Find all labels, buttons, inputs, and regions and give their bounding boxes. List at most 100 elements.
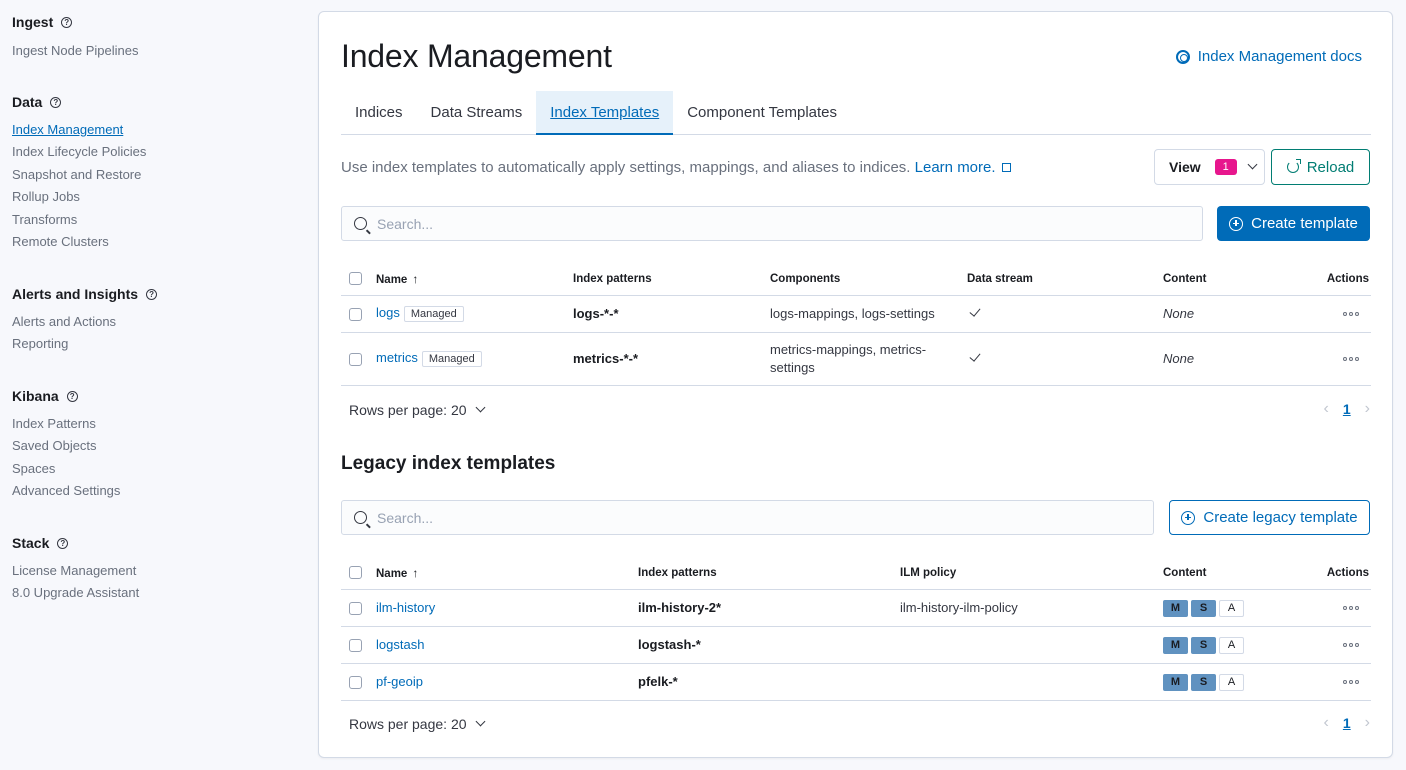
help-icon[interactable]: ? bbox=[50, 96, 62, 108]
create-legacy-template-button[interactable]: Create legacy template bbox=[1169, 500, 1370, 535]
nav-item-rollup-jobs[interactable]: Rollup Jobs bbox=[12, 186, 146, 208]
reload-label: Reload bbox=[1306, 158, 1355, 176]
template-name-link[interactable]: ilm-history bbox=[376, 600, 435, 615]
row-checkbox[interactable] bbox=[349, 639, 362, 653]
nav-group-title: Alerts and Insights bbox=[12, 286, 139, 302]
nav-item-spaces[interactable]: Spaces bbox=[12, 458, 120, 480]
column-header-ilm-policy: ILM policy bbox=[900, 557, 1163, 590]
nav-item-upgrade-assistant[interactable]: 8.0 Upgrade Assistant bbox=[12, 582, 139, 604]
side-nav: Ingest? Ingest Node Pipelines Data? Inde… bbox=[0, 0, 318, 770]
column-header-data-stream: Data stream bbox=[967, 263, 1163, 296]
rows-per-page-button[interactable]: Rows per page: 20 bbox=[349, 716, 485, 732]
help-icon[interactable]: ? bbox=[66, 390, 78, 402]
page-number[interactable]: 1 bbox=[1343, 715, 1351, 731]
nav-item-saved-objects[interactable]: Saved Objects bbox=[12, 435, 120, 457]
next-page-icon[interactable]: › bbox=[1365, 714, 1370, 732]
rows-per-page-label: Rows per page: 20 bbox=[349, 716, 467, 732]
nav-item-ingest-node-pipelines[interactable]: Ingest Node Pipelines bbox=[12, 40, 138, 62]
nav-item-snapshot-and-restore[interactable]: Snapshot and Restore bbox=[12, 164, 146, 186]
check-icon bbox=[969, 305, 981, 317]
content-value: None bbox=[1163, 332, 1283, 386]
previous-page-icon[interactable]: ‹ bbox=[1324, 714, 1329, 732]
table-row: pf-geoip pfelk-* MSA bbox=[341, 663, 1371, 701]
actions-menu-icon[interactable] bbox=[1343, 356, 1359, 361]
sort-ascending-icon: ↑ bbox=[412, 271, 419, 286]
legacy-table: Name ↑ Index patterns ILM policy Content … bbox=[341, 557, 1371, 701]
index-pattern: ilm-history-2* bbox=[638, 589, 900, 627]
search-icon bbox=[354, 217, 367, 230]
help-icon[interactable]: ? bbox=[57, 537, 69, 549]
nav-item-transforms[interactable]: Transforms bbox=[12, 209, 146, 231]
content-badges: MSA bbox=[1163, 673, 1244, 691]
row-checkbox[interactable] bbox=[349, 308, 362, 322]
search-icon bbox=[354, 511, 367, 524]
nav-item-remote-clusters[interactable]: Remote Clusters bbox=[12, 231, 146, 253]
ilm-policy: ilm-history-ilm-policy bbox=[900, 589, 1163, 627]
column-header-components: Components bbox=[770, 263, 967, 296]
previous-page-icon[interactable]: ‹ bbox=[1324, 400, 1329, 418]
nav-item-index-lifecycle-policies[interactable]: Index Lifecycle Policies bbox=[12, 141, 146, 163]
chevron-down-icon bbox=[475, 716, 485, 726]
column-header-name[interactable]: Name ↑ bbox=[376, 263, 573, 296]
nav-group-title: Stack bbox=[12, 535, 50, 551]
create-template-label: Create template bbox=[1251, 215, 1358, 232]
next-page-icon[interactable]: › bbox=[1365, 400, 1370, 418]
create-template-button[interactable]: Create template bbox=[1217, 206, 1370, 241]
select-all-checkbox[interactable] bbox=[349, 272, 362, 286]
tab-component-templates[interactable]: Component Templates bbox=[673, 91, 851, 134]
templates-search-input[interactable] bbox=[377, 215, 1141, 232]
nav-group-title: Ingest bbox=[12, 14, 54, 30]
check-icon bbox=[969, 350, 981, 362]
index-pattern: metrics-*-* bbox=[573, 332, 770, 386]
components: logs-mappings, logs-settings bbox=[770, 295, 967, 333]
reload-button[interactable]: Reload bbox=[1271, 149, 1370, 185]
nav-item-license-management[interactable]: License Management bbox=[12, 560, 139, 582]
template-name-link[interactable]: logs bbox=[376, 305, 400, 320]
template-name-link[interactable]: pf-geoip bbox=[376, 674, 423, 689]
settings-badge: S bbox=[1191, 599, 1216, 617]
column-header-actions: Actions bbox=[1283, 263, 1371, 296]
components: metrics-mappings, metrics-settings bbox=[770, 332, 967, 386]
template-name-link[interactable]: logstash bbox=[376, 637, 424, 652]
nav-item-alerts-and-actions[interactable]: Alerts and Actions bbox=[12, 311, 157, 333]
nav-group-data: Data? Index Management Index Lifecycle P… bbox=[12, 92, 146, 253]
settings-badge: S bbox=[1191, 636, 1216, 654]
docs-link[interactable]: Index Management docs bbox=[1175, 48, 1362, 65]
content-badges: MSA bbox=[1163, 599, 1244, 617]
select-all-checkbox[interactable] bbox=[349, 566, 362, 580]
aliases-badge: A bbox=[1219, 673, 1244, 691]
ilm-policy bbox=[900, 626, 1163, 664]
view-count-badge: 1 bbox=[1214, 159, 1237, 175]
mappings-badge: M bbox=[1163, 599, 1188, 617]
column-header-name[interactable]: Name ↑ bbox=[376, 557, 638, 590]
legacy-search-input[interactable] bbox=[377, 509, 1097, 526]
tab-data-streams[interactable]: Data Streams bbox=[417, 91, 537, 134]
nav-item-index-management[interactable]: Index Management bbox=[12, 119, 146, 141]
tab-indices[interactable]: Indices bbox=[341, 91, 417, 134]
actions-menu-icon[interactable] bbox=[1343, 679, 1359, 684]
column-header-index-patterns: Index patterns bbox=[638, 557, 900, 590]
nav-item-index-patterns[interactable]: Index Patterns bbox=[12, 413, 120, 435]
row-checkbox[interactable] bbox=[349, 602, 362, 616]
actions-menu-icon[interactable] bbox=[1343, 311, 1359, 316]
table-row: ilm-history ilm-history-2* ilm-history-i… bbox=[341, 589, 1371, 627]
learn-more-link[interactable]: Learn more. bbox=[915, 159, 1011, 176]
template-name-link[interactable]: metrics bbox=[376, 350, 418, 365]
help-icon[interactable]: ? bbox=[61, 16, 73, 28]
row-checkbox[interactable] bbox=[349, 353, 362, 367]
templates-table: Name ↑ Index patterns Components Data str… bbox=[341, 263, 1371, 386]
nav-item-reporting[interactable]: Reporting bbox=[12, 333, 157, 355]
help-icon[interactable]: ? bbox=[146, 288, 158, 300]
rows-per-page-button[interactable]: Rows per page: 20 bbox=[349, 402, 485, 418]
view-filter-button[interactable]: View 1 bbox=[1154, 149, 1265, 185]
actions-menu-icon[interactable] bbox=[1343, 642, 1359, 647]
pagination: ‹ 1 › bbox=[1324, 714, 1370, 732]
nav-item-advanced-settings[interactable]: Advanced Settings bbox=[12, 480, 120, 502]
tab-index-templates[interactable]: Index Templates bbox=[536, 91, 674, 135]
mappings-badge: M bbox=[1163, 673, 1188, 691]
actions-menu-icon[interactable] bbox=[1343, 605, 1359, 610]
index-pattern: logstash-* bbox=[638, 626, 900, 664]
page-number[interactable]: 1 bbox=[1343, 401, 1351, 417]
nav-group-stack: Stack? License Management 8.0 Upgrade As… bbox=[12, 533, 139, 605]
row-checkbox[interactable] bbox=[349, 676, 362, 690]
